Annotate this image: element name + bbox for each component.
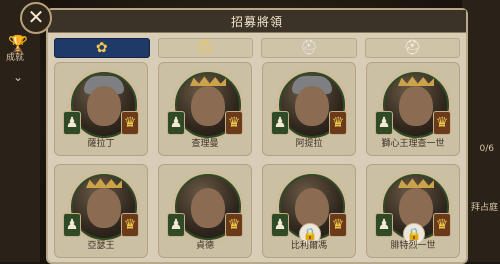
chess-pawn-icon: ♟ [375, 213, 393, 237]
helmet-icon: ⛑ [299, 40, 318, 56]
face [295, 86, 329, 126]
face [399, 86, 433, 126]
right-count: 0/6 [479, 144, 494, 154]
face [191, 86, 225, 126]
panel-title: 招募將領 [230, 15, 283, 29]
general-card[interactable]: ♟ ♛ 🔒 比利爾馮 [262, 164, 356, 258]
lotus-icon: ✿ [95, 40, 108, 56]
chess-pawn-icon: ♟ [375, 111, 393, 135]
close-button[interactable]: ✕ [20, 2, 52, 34]
chess-pawn-icon: ♟ [167, 111, 185, 135]
crown-icon: ♛ [433, 213, 451, 237]
tab-silver-helmet[interactable]: ⛑ [261, 38, 357, 58]
chess-pawn-icon: ♟ [271, 213, 289, 237]
general-name: 比利爾馮 [290, 241, 327, 251]
tab-gold[interactable]: ✿ [54, 38, 150, 58]
general-name: 薩拉丁 [87, 139, 115, 149]
general-card[interactable]: ♟ ♛ 阿提拉 [262, 62, 356, 156]
face [399, 188, 433, 228]
crown-icon [86, 178, 122, 188]
helmet-icon: ⛑ [403, 40, 422, 56]
general-grid: ♟ ♛ 薩拉丁 ♟ ♛ 查理曼 ♟ ♛ 阿提拉 ♟ ♛ 獅心王理查一世 ♟ ♛ … [54, 62, 460, 258]
general-card[interactable]: ♟ ♛ 貞德 [158, 164, 252, 258]
chess-pawn-icon: ♟ [167, 213, 185, 237]
crown-icon: ♛ [121, 111, 139, 135]
crown-icon [190, 76, 226, 86]
crown-icon: ♛ [433, 111, 451, 135]
chess-pawn-icon: ♟ [63, 213, 81, 237]
face [295, 188, 329, 228]
face [87, 188, 121, 228]
tab-gold-helmet[interactable]: ⛑ [157, 38, 253, 58]
crown-icon: ♛ [225, 213, 243, 237]
tab-white-helmet[interactable]: ⛑ [364, 38, 460, 58]
general-card[interactable]: ♟ ♛ 亞瑟王 [54, 164, 148, 258]
face [87, 86, 121, 126]
chess-pawn-icon: ♟ [63, 111, 81, 135]
chess-pawn-icon: ♟ [271, 111, 289, 135]
helmet-icon: ⛑ [196, 40, 215, 56]
general-card[interactable]: ♟ ♛ 薩拉丁 [54, 62, 148, 156]
crown-icon: ♛ [329, 213, 347, 237]
general-name: 阿提拉 [295, 139, 323, 149]
general-name: 獅心王理查一世 [381, 139, 445, 149]
general-name: 貞德 [195, 241, 214, 251]
panel-header: 招募將領 [48, 10, 466, 33]
general-card[interactable]: ♟ ♛ 🔒 腓特烈一世 [366, 164, 460, 258]
face [191, 188, 225, 228]
general-card[interactable]: ♟ ♛ 獅心王理查一世 [366, 62, 460, 156]
achievements-label: 成就 [6, 53, 25, 63]
crown-icon [398, 178, 434, 188]
general-card[interactable]: ♟ ♛ 查理曼 [158, 62, 252, 156]
right-label: 拜占庭 [470, 203, 498, 213]
crown-icon [398, 76, 434, 86]
crown-icon: ♛ [329, 111, 347, 135]
recruit-generals-panel: 招募將領 ✿ ⛑ ⛑ ⛑ ♟ ♛ 薩拉丁 ♟ ♛ 查理曼 ♟ ♛ 阿提拉 ♟ ♛… [46, 8, 468, 264]
general-name: 查理曼 [191, 139, 219, 149]
crown-icon: ♛ [121, 213, 139, 237]
crown-icon: ♛ [225, 111, 243, 135]
chevron-down-icon[interactable]: ⌄ [10, 70, 26, 86]
rarity-tabs: ✿ ⛑ ⛑ ⛑ [54, 38, 460, 60]
general-name: 腓特烈一世 [390, 241, 436, 251]
general-name: 亞瑟王 [87, 241, 115, 251]
